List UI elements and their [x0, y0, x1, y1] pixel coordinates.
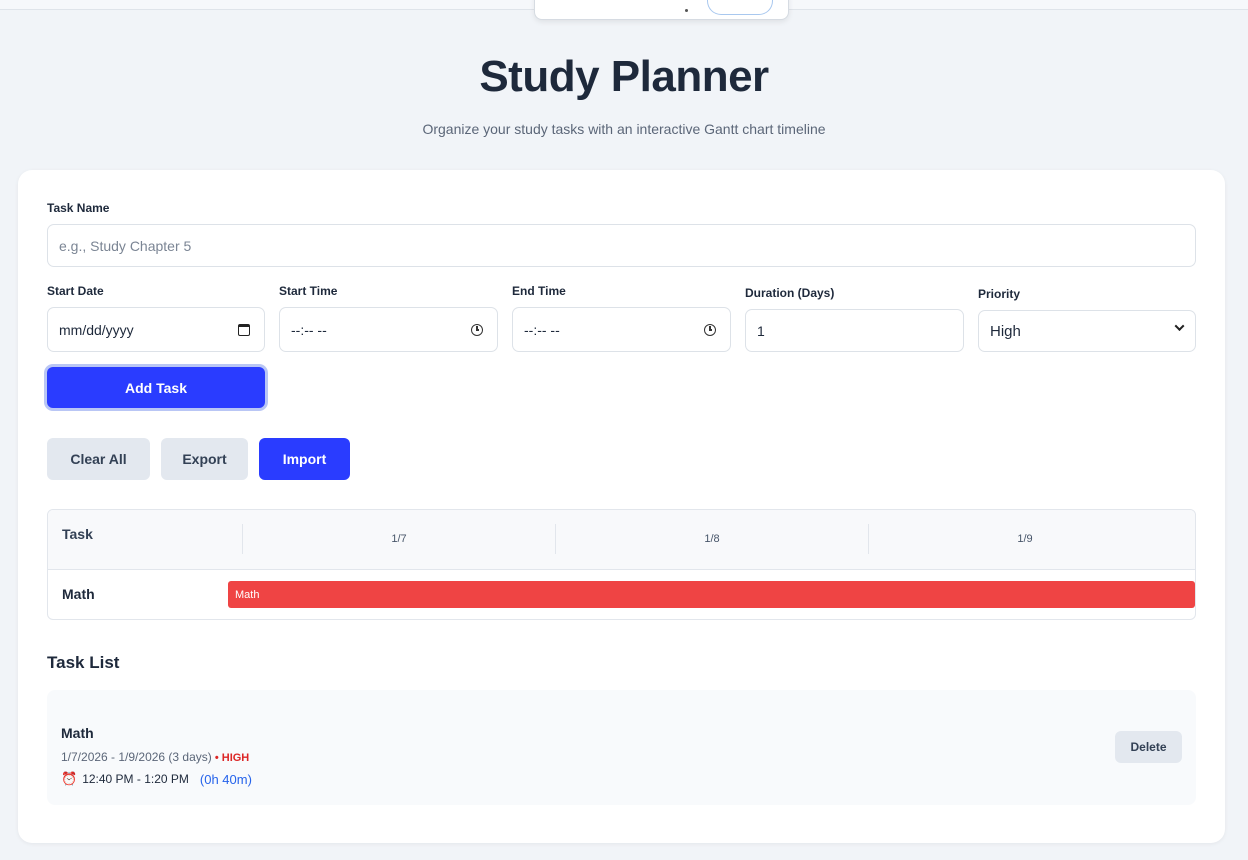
planner-card: Task Name e.g., Study Chapter 5 Start Da… [18, 170, 1225, 843]
task-item-date-range: 1/7/2026 - 1/9/2026 (3 days) [61, 750, 212, 764]
task-item-dates: 1/7/2026 - 1/9/2026 (3 days) • HIGH [61, 750, 249, 764]
export-button[interactable]: Export [161, 438, 248, 480]
alarm-clock-icon: ⏰ [61, 771, 78, 786]
end-time-label: End Time [512, 284, 566, 298]
end-time-input[interactable]: --:-- -- [512, 307, 731, 352]
add-task-button[interactable]: Add Task [47, 367, 265, 408]
top-popup [534, 0, 789, 20]
start-date-value: mm/dd/yyyy [59, 321, 134, 338]
page-subtitle: Organize your study tasks with an intera… [422, 121, 826, 137]
gantt-header: Task 1/7 1/8 1/9 [48, 510, 1195, 570]
start-date-input[interactable]: mm/dd/yyyy [47, 307, 265, 352]
page-title: Study Planner [479, 52, 769, 101]
task-item-name: Math [61, 725, 94, 741]
start-date-label: Start Date [47, 284, 104, 298]
priority-select[interactable]: High [978, 310, 1196, 352]
gantt-bar[interactable]: Math [228, 581, 1195, 608]
start-time-input[interactable]: --:-- -- [279, 307, 498, 352]
start-time-label: Start Time [279, 284, 338, 298]
clock-icon[interactable] [704, 323, 716, 336]
gantt-row-name: Math [62, 586, 95, 602]
task-list-title: Task List [47, 653, 120, 672]
import-button[interactable]: Import [259, 438, 350, 480]
task-item-time-range: 12:40 PM - 1:20 PM [82, 772, 189, 786]
duration-input[interactable]: 1 [745, 309, 964, 352]
task-item-separator: • [211, 752, 222, 764]
task-item-duration: (0h 40m) [199, 771, 252, 787]
gantt-chart: Task 1/7 1/8 1/9 Math Math [47, 509, 1196, 620]
delete-button[interactable]: Delete [1115, 731, 1182, 763]
gantt-task-column-header: Task [62, 526, 93, 542]
task-item-time: ⏰ 12:40 PM - 1:20 PM (0h 40m) [61, 771, 252, 787]
clear-all-button[interactable]: Clear All [47, 438, 150, 480]
start-time-value: --:-- -- [291, 321, 327, 338]
priority-label: Priority [978, 287, 1021, 301]
gantt-day-header: 1/8 [555, 524, 868, 554]
task-name-input[interactable]: e.g., Study Chapter 5 [47, 224, 1196, 267]
clock-icon[interactable] [471, 323, 483, 336]
popup-dot [685, 9, 688, 12]
end-time-value: --:-- -- [524, 321, 560, 338]
gantt-day-header: 1/9 [868, 524, 1181, 554]
popup-toggle[interactable] [707, 0, 773, 15]
duration-label: Duration (Days) [745, 286, 835, 300]
chevron-down-icon [1174, 321, 1185, 335]
calendar-icon[interactable] [238, 323, 250, 336]
task-name-label: Task Name [47, 201, 110, 215]
priority-badge: HIGH [221, 752, 250, 764]
gantt-day-header: 1/7 [242, 524, 555, 554]
priority-select-value: High [990, 322, 1021, 340]
task-list-item: Math 1/7/2026 - 1/9/2026 (3 days) • HIGH… [47, 690, 1196, 805]
